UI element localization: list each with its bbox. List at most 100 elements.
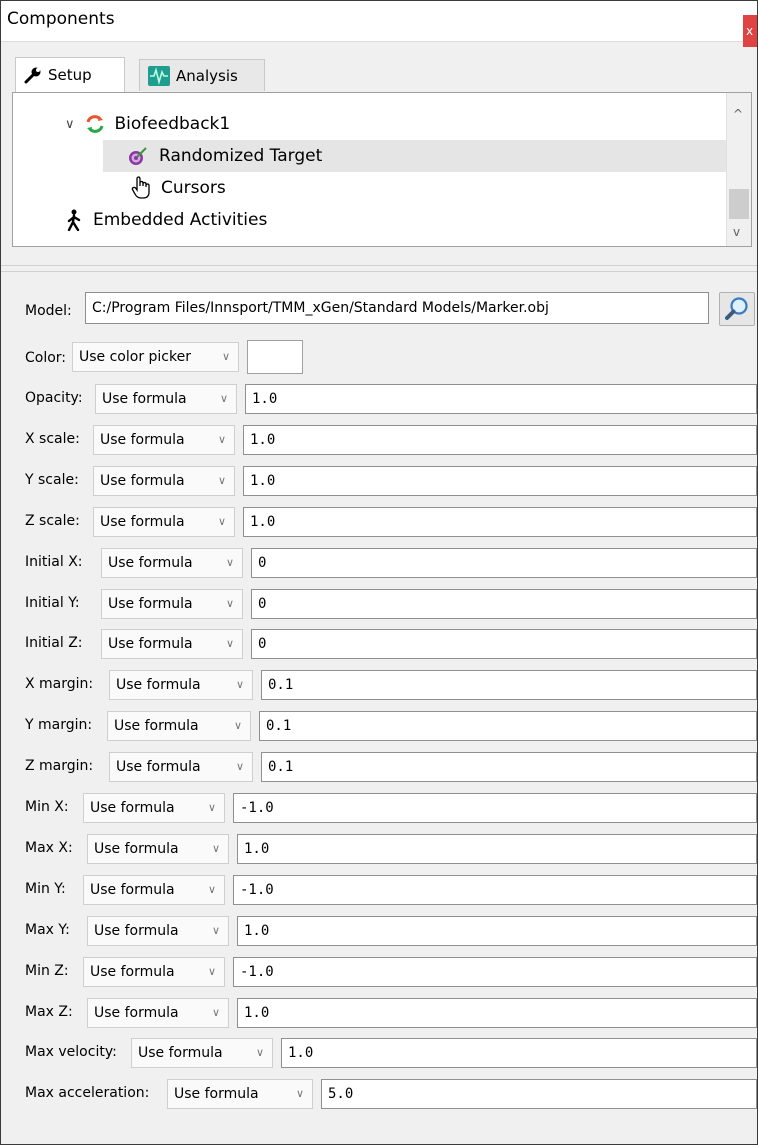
formula-value-input[interactable]: -1.0 bbox=[233, 957, 757, 987]
formula-mode-dropdown[interactable]: Use formula ∨ bbox=[87, 998, 229, 1028]
formula-mode-value: Use formula bbox=[174, 1086, 259, 1102]
tab-setup[interactable]: Setup bbox=[15, 57, 125, 92]
formula-mode-value: Use formula bbox=[102, 391, 187, 407]
formula-mode-dropdown[interactable]: Use formula ∨ bbox=[93, 425, 235, 455]
color-mode-dropdown[interactable]: Use color picker ∨ bbox=[72, 342, 239, 372]
formula-mode-dropdown[interactable]: Use formula ∨ bbox=[167, 1079, 313, 1109]
formula-mode-value: Use formula bbox=[116, 759, 201, 775]
formula-mode-dropdown[interactable]: Use formula ∨ bbox=[93, 466, 235, 496]
property-label: Initial X: bbox=[25, 554, 83, 570]
formula-mode-dropdown[interactable]: Use formula ∨ bbox=[83, 957, 225, 987]
property-label: Y margin: bbox=[25, 717, 93, 733]
formula-mode-value: Use formula bbox=[94, 841, 179, 857]
formula-value-input[interactable]: 0.1 bbox=[259, 711, 757, 741]
property-label: Initial Y: bbox=[25, 595, 80, 611]
formula-mode-dropdown[interactable]: Use formula ∨ bbox=[83, 793, 225, 823]
tree-item-cursors[interactable]: Cursors bbox=[131, 173, 226, 203]
formula-value-input[interactable]: 1.0 bbox=[243, 507, 757, 537]
formula-value: 1.0 bbox=[244, 841, 270, 857]
chevron-down-icon: ∨ bbox=[219, 392, 228, 405]
formula-value: 0.1 bbox=[268, 677, 294, 693]
formula-mode-dropdown[interactable]: Use formula ∨ bbox=[109, 752, 253, 782]
formula-value-input[interactable]: 1.0 bbox=[245, 384, 757, 414]
formula-value-input[interactable]: 1.0 bbox=[237, 916, 757, 946]
formula-mode-dropdown[interactable]: Use formula ∨ bbox=[93, 507, 235, 537]
formula-mode-value: Use formula bbox=[116, 677, 201, 693]
formula-value-input[interactable]: 1.0 bbox=[237, 834, 757, 864]
property-row: Max X: Use formula ∨ 1.0 bbox=[1, 834, 757, 866]
formula-value-input[interactable]: 0.1 bbox=[261, 752, 757, 782]
formula-mode-dropdown[interactable]: Use formula ∨ bbox=[87, 834, 229, 864]
chevron-down-icon: ∨ bbox=[233, 719, 242, 732]
tree-item-randomized-target[interactable]: Randomized Target bbox=[127, 141, 322, 171]
chevron-down-icon[interactable]: ∨ bbox=[65, 117, 75, 132]
property-row: X scale: Use formula ∨ 1.0 bbox=[1, 425, 757, 457]
property-row: Y scale: Use formula ∨ 1.0 bbox=[1, 466, 757, 498]
panel-title: Components bbox=[7, 9, 115, 29]
components-panel: Components x Setup Analysis ∨ Biofeedbac… bbox=[0, 0, 758, 1145]
chevron-down-icon: ∨ bbox=[225, 637, 234, 650]
chevron-down-icon: ∨ bbox=[211, 1006, 220, 1019]
tree-item-label: Biofeedback1 bbox=[114, 114, 231, 134]
color-label: Color: bbox=[25, 350, 67, 366]
formula-mode-dropdown[interactable]: Use formula ∨ bbox=[95, 384, 237, 414]
panel-splitter[interactable] bbox=[1, 265, 757, 272]
formula-mode-dropdown[interactable]: Use formula ∨ bbox=[101, 589, 243, 619]
browse-model-button[interactable] bbox=[719, 292, 755, 326]
chevron-down-icon: ∨ bbox=[217, 515, 226, 528]
formula-value-input[interactable]: 1.0 bbox=[243, 425, 757, 455]
formula-mode-dropdown[interactable]: Use formula ∨ bbox=[87, 916, 229, 946]
hand-cursor-icon bbox=[131, 176, 150, 199]
formula-value-input[interactable]: 0.1 bbox=[261, 670, 757, 700]
tab-analysis-label: Analysis bbox=[176, 66, 238, 85]
chevron-down-icon: ∨ bbox=[225, 597, 234, 610]
model-path-value: C:/Program Files/Innsport/TMM_xGen/Stand… bbox=[92, 300, 549, 316]
scroll-down-icon[interactable]: v bbox=[733, 225, 740, 239]
property-label: Max Y: bbox=[25, 922, 70, 938]
formula-value-input[interactable]: -1.0 bbox=[233, 793, 757, 823]
tree-item-embedded-activities[interactable]: Embedded Activities bbox=[65, 205, 267, 235]
formula-mode-value: Use formula bbox=[90, 882, 175, 898]
formula-value-input[interactable]: 0 bbox=[251, 548, 757, 578]
property-row: Initial Z: Use formula ∨ 0 bbox=[1, 629, 757, 661]
formula-value: -1.0 bbox=[240, 964, 274, 980]
property-row: Y margin: Use formula ∨ 0.1 bbox=[1, 711, 757, 743]
chevron-down-icon: ∨ bbox=[217, 474, 226, 487]
formula-value: 1.0 bbox=[250, 432, 276, 448]
property-label: X margin: bbox=[25, 676, 94, 692]
chevron-down-icon: ∨ bbox=[235, 760, 244, 773]
formula-mode-dropdown[interactable]: Use formula ∨ bbox=[107, 711, 251, 741]
formula-value-input[interactable]: 0 bbox=[251, 629, 757, 659]
formula-mode-dropdown[interactable]: Use formula ∨ bbox=[109, 670, 253, 700]
component-tree[interactable]: ∨ Biofeedback1 Randomized Target Cursors… bbox=[12, 92, 752, 247]
formula-mode-value: Use formula bbox=[138, 1045, 223, 1061]
formula-value: 1.0 bbox=[244, 923, 270, 939]
chevron-down-icon: ∨ bbox=[207, 883, 216, 896]
scrollbar-thumb[interactable] bbox=[729, 189, 749, 219]
close-button[interactable]: x bbox=[743, 15, 757, 47]
formula-mode-dropdown[interactable]: Use formula ∨ bbox=[101, 548, 243, 578]
formula-mode-value: Use formula bbox=[100, 473, 185, 489]
property-row: Max acceleration: Use formula ∨ 5.0 bbox=[1, 1079, 757, 1111]
tab-analysis[interactable]: Analysis bbox=[139, 59, 265, 91]
formula-value: 1.0 bbox=[250, 473, 276, 489]
tree-scrollbar[interactable]: ^ v bbox=[726, 93, 751, 246]
formula-mode-value: Use formula bbox=[94, 1005, 179, 1021]
formula-mode-dropdown[interactable]: Use formula ∨ bbox=[131, 1038, 273, 1068]
formula-value-input[interactable]: 1.0 bbox=[243, 466, 757, 496]
formula-value-input[interactable]: 1.0 bbox=[237, 998, 757, 1028]
scroll-up-icon[interactable]: ^ bbox=[733, 107, 743, 121]
formula-mode-dropdown[interactable]: Use formula ∨ bbox=[83, 875, 225, 905]
color-swatch-button[interactable] bbox=[247, 340, 303, 374]
formula-value-input[interactable]: 0 bbox=[251, 589, 757, 619]
property-label: Opacity: bbox=[25, 390, 83, 406]
tree-item-biofeedback1[interactable]: ∨ Biofeedback1 bbox=[65, 109, 230, 139]
chevron-down-icon: ∨ bbox=[211, 842, 220, 855]
model-path-input[interactable]: C:/Program Files/Innsport/TMM_xGen/Stand… bbox=[85, 292, 709, 324]
formula-mode-dropdown[interactable]: Use formula ∨ bbox=[101, 629, 243, 659]
formula-value-input[interactable]: 1.0 bbox=[281, 1038, 757, 1068]
formula-value-input[interactable]: -1.0 bbox=[233, 875, 757, 905]
formula-value: 0 bbox=[258, 636, 267, 652]
model-label: Model: bbox=[25, 303, 72, 319]
formula-value-input[interactable]: 5.0 bbox=[321, 1079, 757, 1109]
